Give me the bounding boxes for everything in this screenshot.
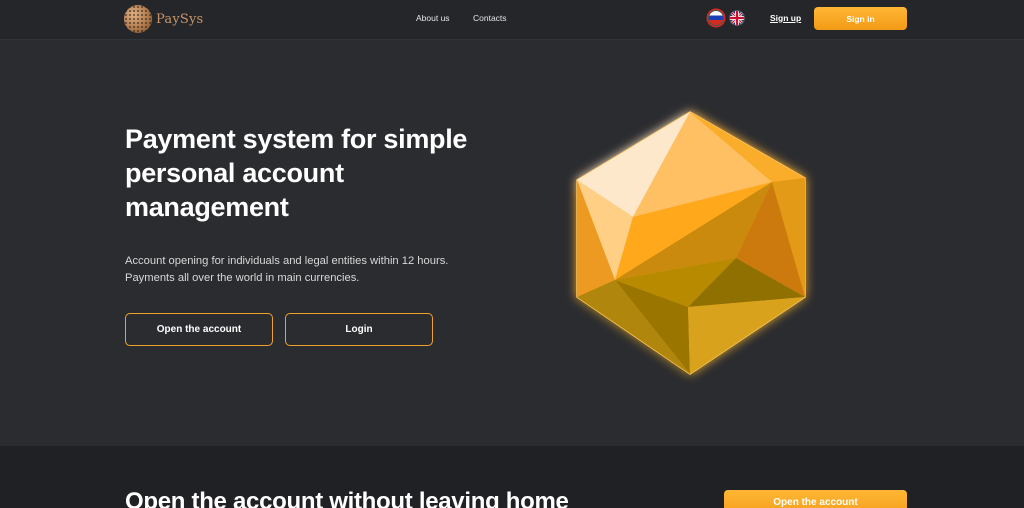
russia-flag-icon[interactable] (708, 10, 724, 26)
open-account-button[interactable]: Open the account (125, 313, 273, 346)
section-title: Open the account without leaving home (125, 488, 569, 508)
site-header: PaySys About us Contacts Sign up Sign in (0, 0, 1024, 40)
hero-description: Account opening for individuals and lega… (125, 253, 485, 286)
nav-about-link[interactable]: About us (416, 13, 450, 23)
signin-button[interactable]: Sign in (814, 7, 907, 30)
section-open-account-button[interactable]: Open the account (724, 490, 907, 508)
login-button[interactable]: Login (285, 313, 433, 346)
brand-logo[interactable]: PaySys (124, 4, 203, 34)
nav-contacts-link[interactable]: Contacts (473, 13, 507, 23)
signup-link[interactable]: Sign up (770, 13, 801, 23)
paysys-globe-logo-icon (124, 5, 152, 33)
uk-flag-icon[interactable] (729, 10, 745, 26)
brand-name: PaySys (156, 11, 204, 27)
golden-polyhedron-illustration (576, 111, 806, 375)
uk-flag-graphic (730, 11, 744, 25)
hero-title: Payment system for simple personal accou… (125, 124, 468, 222)
hero-description-line-1: Account opening for individuals and lega… (125, 255, 449, 267)
open-account-section: Open the account without leaving home Op… (0, 446, 1024, 508)
hero-description-line-2: Payments all over the world in main curr… (125, 271, 360, 284)
